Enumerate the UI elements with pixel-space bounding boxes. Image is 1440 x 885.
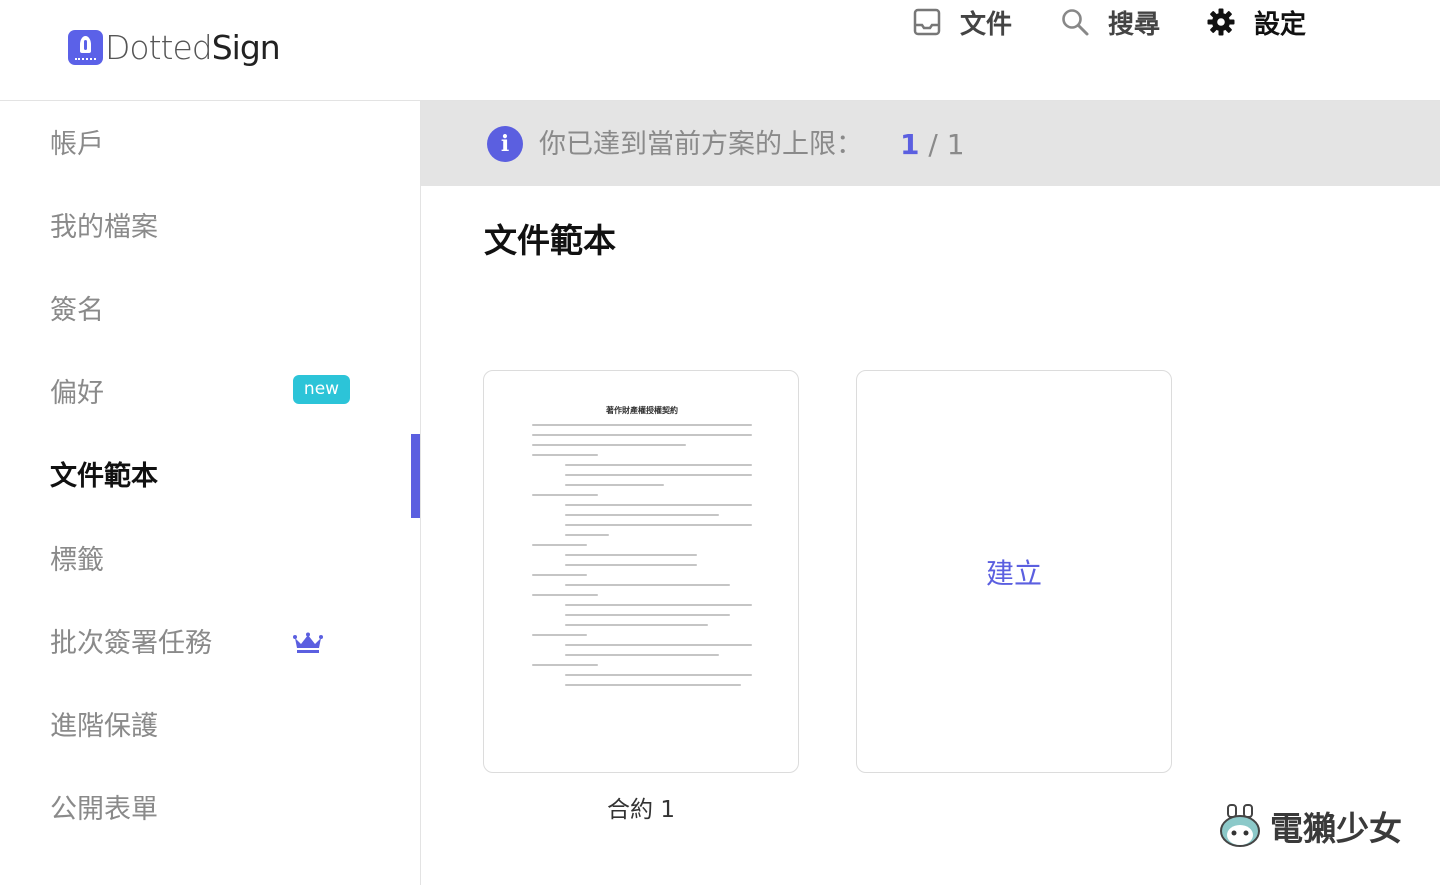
template-card-caption[interactable]: 合約 1: [483, 790, 799, 824]
sidebar-item-advanced-protection[interactable]: 進階保護: [50, 707, 380, 747]
watermark-text: 電獺少女: [1270, 809, 1402, 848]
watermark: 電獺少女: [1218, 800, 1402, 852]
page-title: 文件範本: [484, 221, 616, 260]
crown-icon: [293, 632, 323, 653]
preview-title: 著作財產權授權契約: [606, 406, 678, 415]
create-template-label: 建立: [985, 556, 1042, 590]
plan-quota: 1 / 1: [900, 128, 965, 161]
plan-limit-banner: i 你已達到當前方案的上限： 1 / 1: [421, 101, 1440, 186]
sidebar-item-my-files[interactable]: 我的檔案: [50, 208, 380, 248]
create-template-button[interactable]: 建立: [856, 370, 1172, 773]
logo-text: DottedSign: [105, 27, 281, 67]
inbox-tray-icon: [913, 8, 941, 36]
nav-search-label: 搜尋: [1108, 9, 1161, 40]
search-icon: [1062, 9, 1089, 36]
active-indicator: [411, 434, 420, 518]
sidebar-item-public-forms[interactable]: 公開表單: [50, 790, 380, 830]
quota-limit: 1: [946, 128, 965, 161]
sidebar-item-templates[interactable]: 文件範本: [50, 457, 380, 497]
settings-sidebar: 帳戶 我的檔案 簽名 偏好 new 文件範本 標籤 批次簽署任務 進階保護 公開…: [0, 101, 421, 885]
top-header: DottedSign 文件 搜尋 設定: [0, 0, 1440, 101]
nav-documents[interactable]: 文件: [912, 0, 1012, 44]
new-badge: new: [293, 375, 350, 404]
template-card[interactable]: 著作財產權授權契約: [483, 370, 799, 773]
logo[interactable]: DottedSign: [68, 27, 281, 67]
nav-search[interactable]: 搜尋: [1060, 0, 1160, 44]
quota-used: 1: [900, 128, 920, 161]
sidebar-item-tags[interactable]: 標籤: [50, 541, 380, 581]
nav-settings[interactable]: 設定: [1206, 0, 1306, 44]
sidebar-item-bulk-send[interactable]: 批次簽署任務: [50, 624, 380, 664]
gear-icon: [1207, 8, 1235, 36]
sidebar-item-signature[interactable]: 簽名: [50, 291, 380, 331]
nav-settings-label: 設定: [1254, 9, 1307, 40]
info-icon: i: [487, 126, 523, 162]
sidebar-item-account[interactable]: 帳戶: [50, 125, 380, 165]
plan-limit-message: 你已達到當前方案的上限：: [539, 129, 863, 160]
mascot-icon: [1220, 804, 1260, 847]
nav-documents-label: 文件: [960, 9, 1013, 40]
logo-pen-icon: [68, 29, 103, 65]
template-preview: 著作財產權授權契約: [532, 405, 752, 694]
